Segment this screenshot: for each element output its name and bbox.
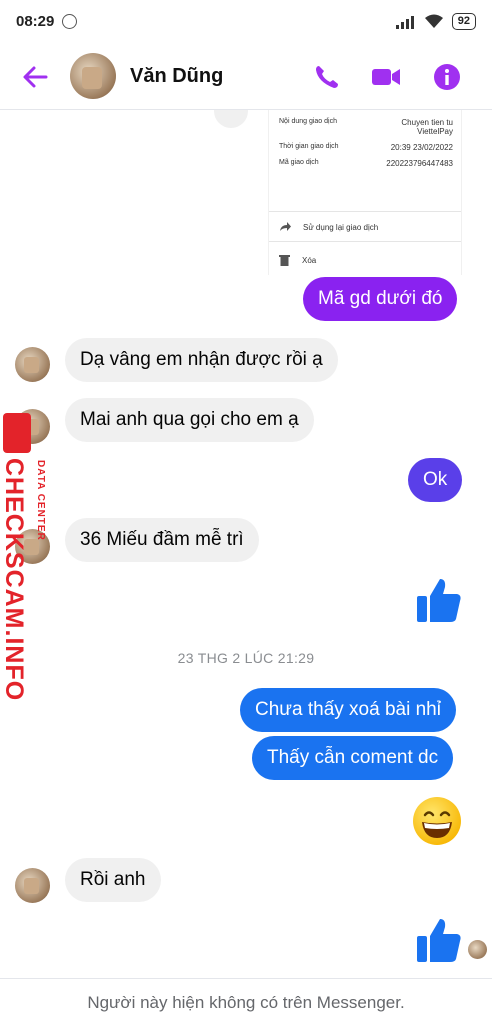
receipt-label: Thời gian giao dịch <box>279 143 339 150</box>
divider <box>269 211 461 212</box>
seen-receipt-avatar <box>468 940 487 959</box>
messenger-notification-icon <box>62 14 77 29</box>
watermark: CHECKSCAM.INFO DATA CENTER <box>0 410 50 701</box>
share-arrow-icon <box>280 222 291 231</box>
delete-action[interactable]: Xóa <box>279 254 316 266</box>
shared-content-icon <box>214 110 248 128</box>
thumbs-up-icon[interactable] <box>415 576 463 624</box>
unavailable-notice: Người này hiện không có trên Messenger. <box>87 993 405 1012</box>
watermark-logo-icon <box>3 413 31 453</box>
receipt-label: Nội dung giao dịch <box>279 118 337 125</box>
status-bar: 08:29 92 <box>0 0 492 44</box>
thumbs-up-icon[interactable] <box>415 916 463 964</box>
message-bubble-received[interactable]: Dạ vâng em nhận được rồi ạ <box>65 338 338 382</box>
sender-avatar[interactable] <box>15 347 50 382</box>
wifi-icon <box>424 14 443 28</box>
status-right: 92 <box>395 13 476 30</box>
chat-header: Văn Dũng <box>0 44 492 110</box>
message-bubble-sent[interactable]: Thấy cẫn coment dc <box>252 736 454 780</box>
message-bubble-sent[interactable]: Chưa thấy xoá bài nhỉ <box>240 688 456 732</box>
battery-indicator: 92 <box>451 13 476 30</box>
receipt-value: 220223796447483 <box>386 159 453 168</box>
contact-name[interactable]: Văn Dũng <box>130 65 223 88</box>
receipt-row: Nội dung giao dịch Chuyen tien tu Viette… <box>279 118 453 140</box>
receipt-value: 20:39 23/02/2022 <box>390 143 453 152</box>
message-bubble-sent[interactable]: Mã gd dưới đó <box>303 277 458 321</box>
message-bubble-received[interactable]: Rồi anh <box>65 858 161 902</box>
grinning-face-icon <box>422 811 452 838</box>
watermark-brand: CHECKSCAM.INFO <box>0 458 28 702</box>
watermark-sub: DATA CENTER <box>35 460 46 541</box>
message-bubble-received[interactable]: 36 Miếu đầm mễ trì <box>65 518 259 562</box>
message-bubble-received[interactable]: Mai anh qua gọi cho em ạ <box>65 398 314 442</box>
unavailable-footer: Người này hiện không có trên Messenger. <box>0 978 492 1024</box>
grinning-emoji-icon[interactable] <box>413 797 461 845</box>
info-icon[interactable] <box>432 62 462 92</box>
contact-avatar[interactable] <box>70 53 116 99</box>
message-timestamp: 23 THG 2 LÚC 21:29 <box>177 650 315 666</box>
receipt-row: Mã giao dịch 220223796447483 <box>279 159 453 171</box>
status-time: 08:29 <box>16 13 55 30</box>
receipt-value: Chuyen tien tu ViettelPay <box>401 118 453 136</box>
receipt-row: Thời gian giao dịch 20:39 23/02/2022 <box>279 143 453 155</box>
message-bubble-sent[interactable]: Ok <box>408 458 463 502</box>
back-arrow-icon[interactable] <box>20 62 50 92</box>
phone-icon[interactable] <box>312 62 342 92</box>
video-call-icon[interactable] <box>371 62 401 92</box>
trash-icon <box>279 255 290 266</box>
transaction-receipt-card[interactable]: Nội dung giao dịch Chuyen tien tu Viette… <box>268 110 462 275</box>
sender-avatar[interactable] <box>15 868 50 903</box>
reuse-transaction-action[interactable]: Sử dụng lại giao dịch <box>279 222 378 232</box>
receipt-value-line: ViettelPay <box>417 127 453 136</box>
receipt-value-line: Chuyen tien tu <box>401 118 453 127</box>
divider <box>269 241 461 242</box>
delete-label: Xóa <box>302 255 317 265</box>
reuse-transaction-label: Sử dụng lại giao dịch <box>303 222 379 232</box>
receipt-label: Mã giao dịch <box>279 159 319 166</box>
signal-icon <box>395 15 414 29</box>
